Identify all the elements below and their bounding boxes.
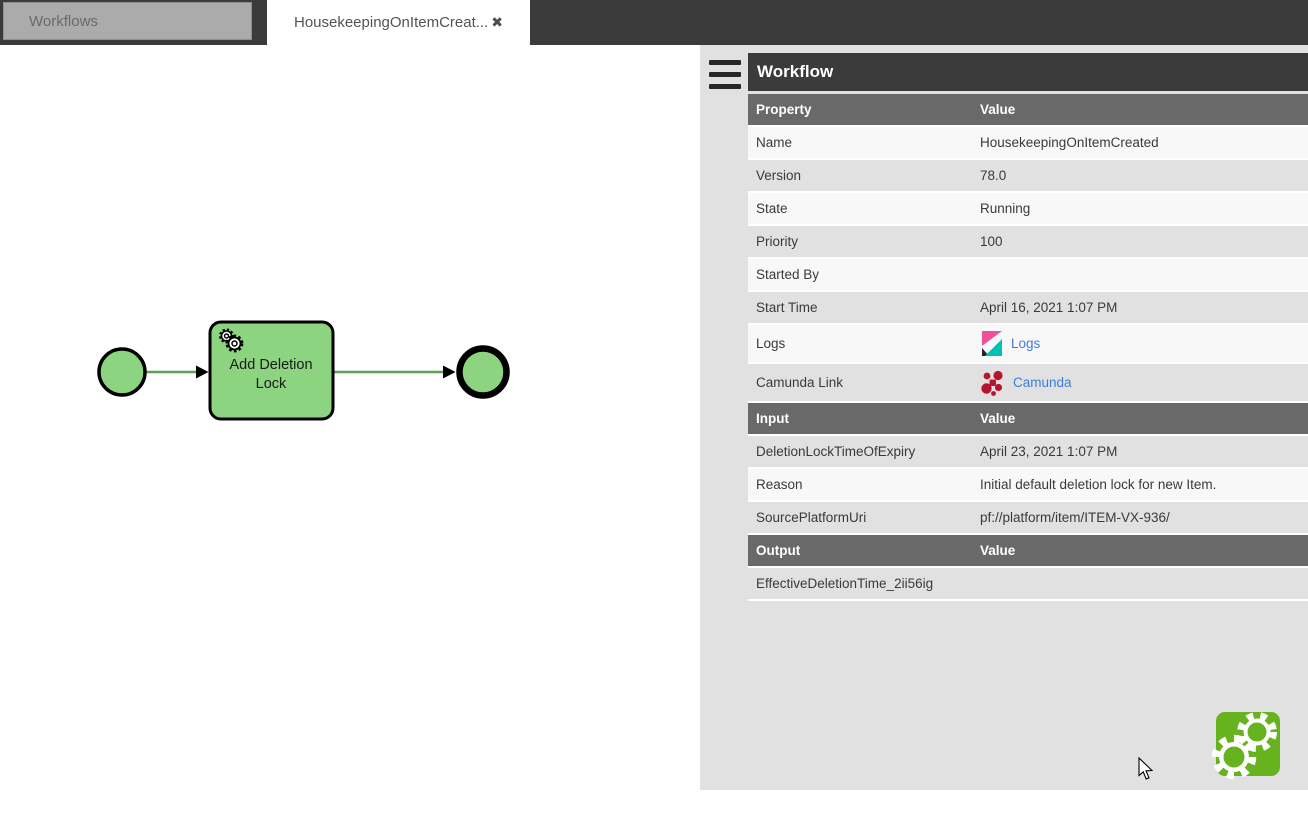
tab-bar: Workflows HousekeepingOnItemCreat... ✖ [0,0,1308,45]
property-label: Version [748,168,980,183]
value-cell: HousekeepingOnItemCreated [980,135,1308,150]
property-label: State [748,201,980,216]
tab-housekeeping-label: HousekeepingOnItemCreat... [294,14,488,31]
service-task-node[interactable]: Add Deletion Lock [210,322,333,419]
value-cell: Camunda [980,370,1308,396]
close-icon[interactable]: ✖ [491,14,503,31]
property-label: Logs [748,336,980,351]
table-row: Start TimeApril 16, 2021 1:07 PM [748,292,1308,325]
value-cell: 100 [980,234,1308,249]
tab-workflows-label: Workflows [29,13,98,30]
value-cell: Logs [980,330,1308,357]
table-row: Logs Logs [748,325,1308,364]
bpmn-diagram: Add Deletion Lock [0,45,700,812]
tab-housekeeping-workflow[interactable]: HousekeepingOnItemCreat... ✖ [267,0,530,45]
property-label: Name [748,135,980,150]
property-label: DeletionLockTimeOfExpiry [748,444,980,459]
table-row: SourcePlatformUripf://platform/item/ITEM… [748,502,1308,535]
start-event-node[interactable] [99,349,145,395]
kibana-icon [980,330,1004,357]
sequence-flow-1 [146,366,209,379]
table-row: NameHousekeepingOnItemCreated [748,127,1308,160]
property-table: PropertyValueNameHousekeepingOnItemCreat… [748,94,1308,601]
sequence-flow-2 [333,366,456,379]
tab-workflows[interactable]: Workflows [3,2,252,40]
camunda-icon [980,370,1006,396]
table-row: DeletionLockTimeOfExpiryApril 23, 2021 1… [748,436,1308,469]
camunda-link[interactable]: Camunda [1013,375,1072,390]
value-cell: 78.0 [980,168,1308,183]
value-cell: Running [980,201,1308,216]
value-cell: pf://platform/item/ITEM-VX-936/ [980,510,1308,525]
section-header-input: InputValue [748,403,1308,436]
table-row: Priority100 [748,226,1308,259]
property-label: Camunda Link [748,375,980,390]
value-cell: April 16, 2021 1:07 PM [980,300,1308,315]
table-row: Camunda Link Camunda [748,364,1308,403]
property-label: Start Time [748,300,980,315]
section-header-property: PropertyValue [748,94,1308,127]
property-label: Priority [748,234,980,249]
property-label: Started By [748,267,980,282]
workflow-details-panel: Workflow PropertyValueNameHousekeepingOn… [700,45,1308,790]
panel-title: Workflow [748,53,1308,91]
workflow-gears-logo [1212,711,1284,783]
property-label: EffectiveDeletionTime_2ii56ig [748,576,980,591]
logs-link[interactable]: Logs [1011,336,1040,351]
end-event-node[interactable] [460,349,507,396]
property-label: Reason [748,477,980,492]
property-label: SourcePlatformUri [748,510,980,525]
task-label-line-1: Add Deletion [229,357,312,373]
table-row: Started By [748,259,1308,292]
value-cell: Initial default deletion lock for new It… [980,477,1308,492]
menu-icon[interactable] [709,60,741,89]
table-row: Version78.0 [748,160,1308,193]
table-row: ReasonInitial default deletion lock for … [748,469,1308,502]
workflow-diagram-canvas[interactable]: Add Deletion Lock [0,45,700,812]
table-row: EffectiveDeletionTime_2ii56ig [748,568,1308,601]
value-cell: April 23, 2021 1:07 PM [980,444,1308,459]
section-header-output: OutputValue [748,535,1308,568]
table-row: StateRunning [748,193,1308,226]
task-label-line-2: Lock [256,376,287,392]
